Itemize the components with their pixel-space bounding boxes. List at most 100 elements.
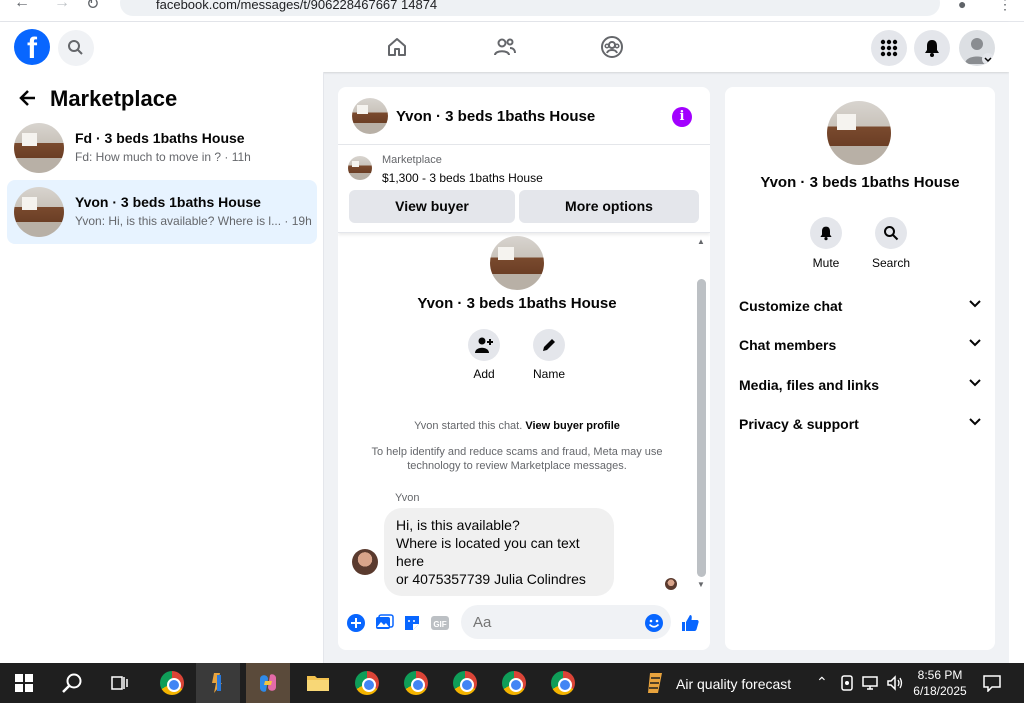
view-buyer-profile-link[interactable]: View buyer profile <box>525 420 620 432</box>
conversation-name: Fd · 3 beds 1baths House <box>75 130 245 146</box>
search-icon <box>884 226 899 241</box>
menu-button[interactable] <box>871 30 907 66</box>
add-label: Add <box>473 367 495 381</box>
chat-header: Yvon · 3 beds 1baths House i <box>338 87 710 145</box>
groups-icon[interactable] <box>600 35 624 59</box>
conversation-list-panel: Marketplace Fd · 3 beds 1baths House Fd:… <box>0 72 324 663</box>
system-clock[interactable]: 8:56 PM 6/18/2025 <box>908 667 972 699</box>
message-composer: GIF <box>338 593 710 650</box>
weather-widget[interactable]: Air quality forecast <box>676 676 791 692</box>
panel-title: Marketplace <box>50 86 178 111</box>
add-button[interactable]: Add <box>454 329 514 381</box>
taskbar-chrome[interactable] <box>541 663 585 703</box>
details-title: Yvon · 3 beds 1baths House <box>760 174 960 191</box>
chat-window: Yvon · 3 beds 1baths House i Marketplace… <box>338 87 710 650</box>
meet-icon[interactable] <box>840 675 854 691</box>
thread-title: Yvon · 3 beds 1baths House <box>417 295 617 312</box>
photo-icon[interactable] <box>374 613 394 633</box>
taskbar-search-button[interactable] <box>50 663 94 703</box>
taskbar-app-active[interactable] <box>196 663 240 703</box>
chat-details-panel: Yvon · 3 beds 1baths House Mute Search C… <box>725 87 995 650</box>
address-bar[interactable]: facebook.com/messages/t/906228467667 148… <box>120 0 940 16</box>
profile-icon[interactable]: ● <box>958 0 966 12</box>
home-icon[interactable] <box>385 35 409 59</box>
emoji-icon[interactable] <box>644 613 664 633</box>
chevron-down-icon <box>969 339 981 347</box>
page-scrollbar[interactable] <box>1009 22 1024 663</box>
listing-thumbnail <box>348 156 372 180</box>
message-line: Where is located you can text here <box>396 535 580 569</box>
section-media-files-links[interactable]: Media, files and links <box>739 369 983 399</box>
taskbar-chrome[interactable] <box>492 663 536 703</box>
listing-price[interactable]: $1,300 - 3 beds 1baths House <box>382 171 543 185</box>
section-chat-members[interactable]: Chat members <box>739 329 983 359</box>
network-icon[interactable] <box>862 675 880 691</box>
conversation-name: Yvon · 3 beds 1baths House <box>75 194 261 210</box>
chrome-icon <box>160 671 184 695</box>
bell-icon <box>820 226 832 241</box>
facebook-logo[interactable]: f <box>14 29 50 65</box>
plus-circle-icon[interactable] <box>346 613 366 633</box>
info-icon[interactable]: i <box>672 107 692 127</box>
conversation-item-yvon[interactable]: Yvon · 3 beds 1baths House Yvon: Hi, is … <box>7 180 317 244</box>
air-quality-icon[interactable] <box>646 671 666 695</box>
task-view-icon <box>111 676 128 690</box>
browser-toolbar: ← → ↻ facebook.com/messages/t/9062284676… <box>0 0 1024 22</box>
notification-center-icon[interactable] <box>982 674 1002 692</box>
chrome-icon <box>551 671 575 695</box>
add-person-icon <box>475 337 493 353</box>
listing-banner: Marketplace $1,300 - 3 beds 1baths House… <box>338 145 710 233</box>
taskbar-chrome[interactable] <box>443 663 487 703</box>
message-input[interactable] <box>461 605 671 639</box>
scam-notice: To help identify and reduce scams and fr… <box>371 446 663 472</box>
volume-icon[interactable] <box>886 675 904 691</box>
sender-avatar[interactable] <box>352 549 378 575</box>
friends-icon[interactable] <box>493 35 517 59</box>
more-options-button[interactable]: More options <box>519 190 699 223</box>
chevron-up-icon[interactable]: ⌃ <box>816 674 828 691</box>
notifications-button[interactable] <box>914 30 950 66</box>
mute-label: Mute <box>812 256 840 270</box>
name-button[interactable]: Name <box>519 329 579 381</box>
mute-button[interactable]: Mute <box>796 217 856 270</box>
search-in-chat-button[interactable]: Search <box>861 217 921 270</box>
view-buyer-button[interactable]: View buyer <box>349 190 515 223</box>
listing-source: Marketplace <box>382 154 442 166</box>
search-button[interactable] <box>58 30 94 66</box>
section-privacy-support[interactable]: Privacy & support <box>739 408 983 438</box>
menu-grid-icon <box>880 39 898 57</box>
chrome-icon <box>355 671 379 695</box>
task-view-button[interactable] <box>98 663 142 703</box>
reload-icon[interactable]: ↻ <box>86 0 99 14</box>
browser-menu-icon[interactable]: ⋮ <box>998 0 1012 13</box>
account-button[interactable] <box>959 30 995 66</box>
taskbar-chrome[interactable] <box>345 663 389 703</box>
message-bubble[interactable]: Hi, is this available? Where is located … <box>384 508 614 596</box>
scrollbar-thumb[interactable] <box>697 279 706 577</box>
profile-avatar-icon <box>965 38 994 65</box>
scroll-up-icon[interactable]: ▲ <box>697 237 705 246</box>
thumbs-up-icon[interactable] <box>680 613 700 633</box>
listing-thumbnail <box>14 187 64 237</box>
start-button[interactable] <box>2 663 46 703</box>
facebook-top-nav: f <box>0 22 1009 72</box>
chat-avatar[interactable] <box>352 98 388 134</box>
chevron-down-icon <box>969 418 981 426</box>
taskbar-chrome[interactable] <box>150 663 194 703</box>
scroll-down-icon[interactable]: ▼ <box>697 580 705 589</box>
sticker-icon[interactable] <box>402 613 422 633</box>
chrome-icon <box>404 671 428 695</box>
back-arrow-icon[interactable] <box>18 88 38 108</box>
search-label: Search <box>871 256 911 270</box>
section-customize-chat[interactable]: Customize chat <box>739 290 983 320</box>
conversation-snippet: Yvon: Hi, is this available? Where is l.… <box>75 214 312 228</box>
back-arrow-icon[interactable]: ← <box>14 0 30 12</box>
taskbar-copilot[interactable] <box>246 663 290 703</box>
taskbar-chrome[interactable] <box>394 663 438 703</box>
taskbar-file-explorer[interactable] <box>296 663 340 703</box>
forward-arrow-icon[interactable]: → <box>54 0 70 12</box>
bell-icon <box>925 40 939 57</box>
conversation-item-fd[interactable]: Fd · 3 beds 1baths House Fd: How much to… <box>7 116 317 180</box>
chat-title[interactable]: Yvon · 3 beds 1baths House <box>396 108 595 125</box>
gif-icon[interactable]: GIF <box>430 613 450 633</box>
